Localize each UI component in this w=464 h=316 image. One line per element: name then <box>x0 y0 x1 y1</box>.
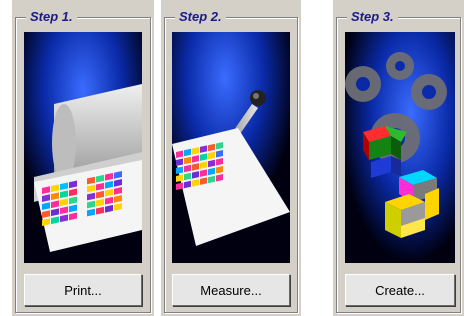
step-1-title: Step 1. <box>26 9 77 25</box>
printer-chart-illustration <box>24 32 142 263</box>
print-button[interactable]: Print... <box>24 274 142 306</box>
step-2-title: Step 2. <box>175 9 226 25</box>
create-button[interactable]: Create... <box>345 274 455 306</box>
measure-chart-illustration <box>172 32 290 263</box>
measure-button[interactable]: Measure... <box>172 274 290 306</box>
step-1-panel: Step 1. Print... <box>12 0 154 316</box>
step-3-title: Step 3. <box>347 9 398 25</box>
step-2-panel: Step 2. Measure... <box>161 0 301 316</box>
step-3-panel: Step 3. Create... <box>333 0 464 316</box>
create-profile-illustration <box>345 32 455 263</box>
